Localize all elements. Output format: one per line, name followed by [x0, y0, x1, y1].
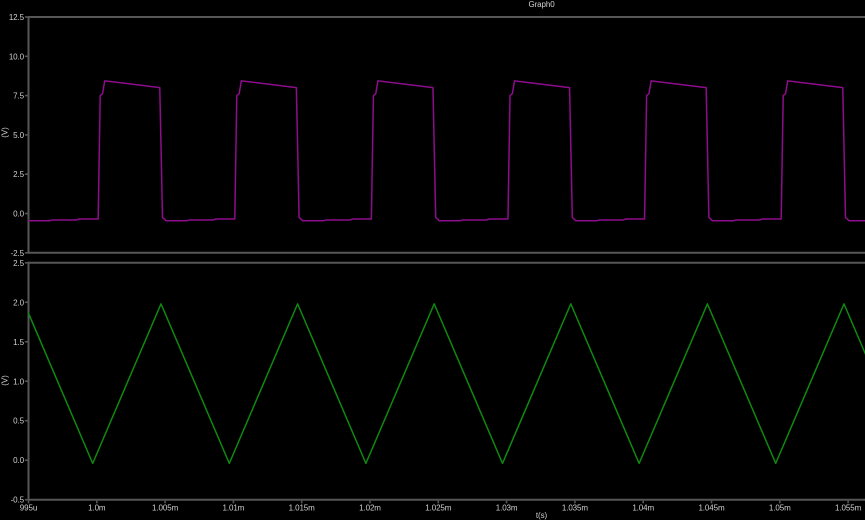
- y-tick-label: 0.5: [13, 417, 24, 426]
- y-tick-label: 1.0: [13, 377, 24, 386]
- graph-window: 12.510.07.55.02.50.0-2.52.52.01.51.00.50…: [0, 0, 865, 520]
- x-axis-label: t(s): [0, 511, 865, 520]
- y-tick-label: 7.5: [13, 92, 24, 101]
- y-tick-label: 2.5: [13, 170, 24, 179]
- y-tick-label: 12.5: [9, 13, 25, 22]
- y-axis-label-top: (V): [1, 125, 10, 141]
- waveform-plot: 12.510.07.55.02.50.0-2.52.52.01.51.00.50…: [0, 0, 865, 520]
- trace-triangle-wave: [29, 304, 865, 464]
- y-tick-label: 2.0: [13, 298, 24, 307]
- y-tick-label: 10.0: [9, 52, 25, 61]
- y-axis-label-bottom: (V): [1, 373, 10, 389]
- trace-square-wave: [29, 81, 865, 221]
- y-tick-label: -2.5: [11, 249, 25, 258]
- y-tick-label: 0.0: [13, 456, 24, 465]
- y-tick-label: 0.0: [13, 210, 24, 219]
- graph-title: Graph0: [0, 0, 865, 9]
- y-tick-label: 5.0: [13, 131, 24, 140]
- y-tick-label: 1.5: [13, 338, 24, 347]
- y-tick-label: 2.5: [13, 259, 24, 268]
